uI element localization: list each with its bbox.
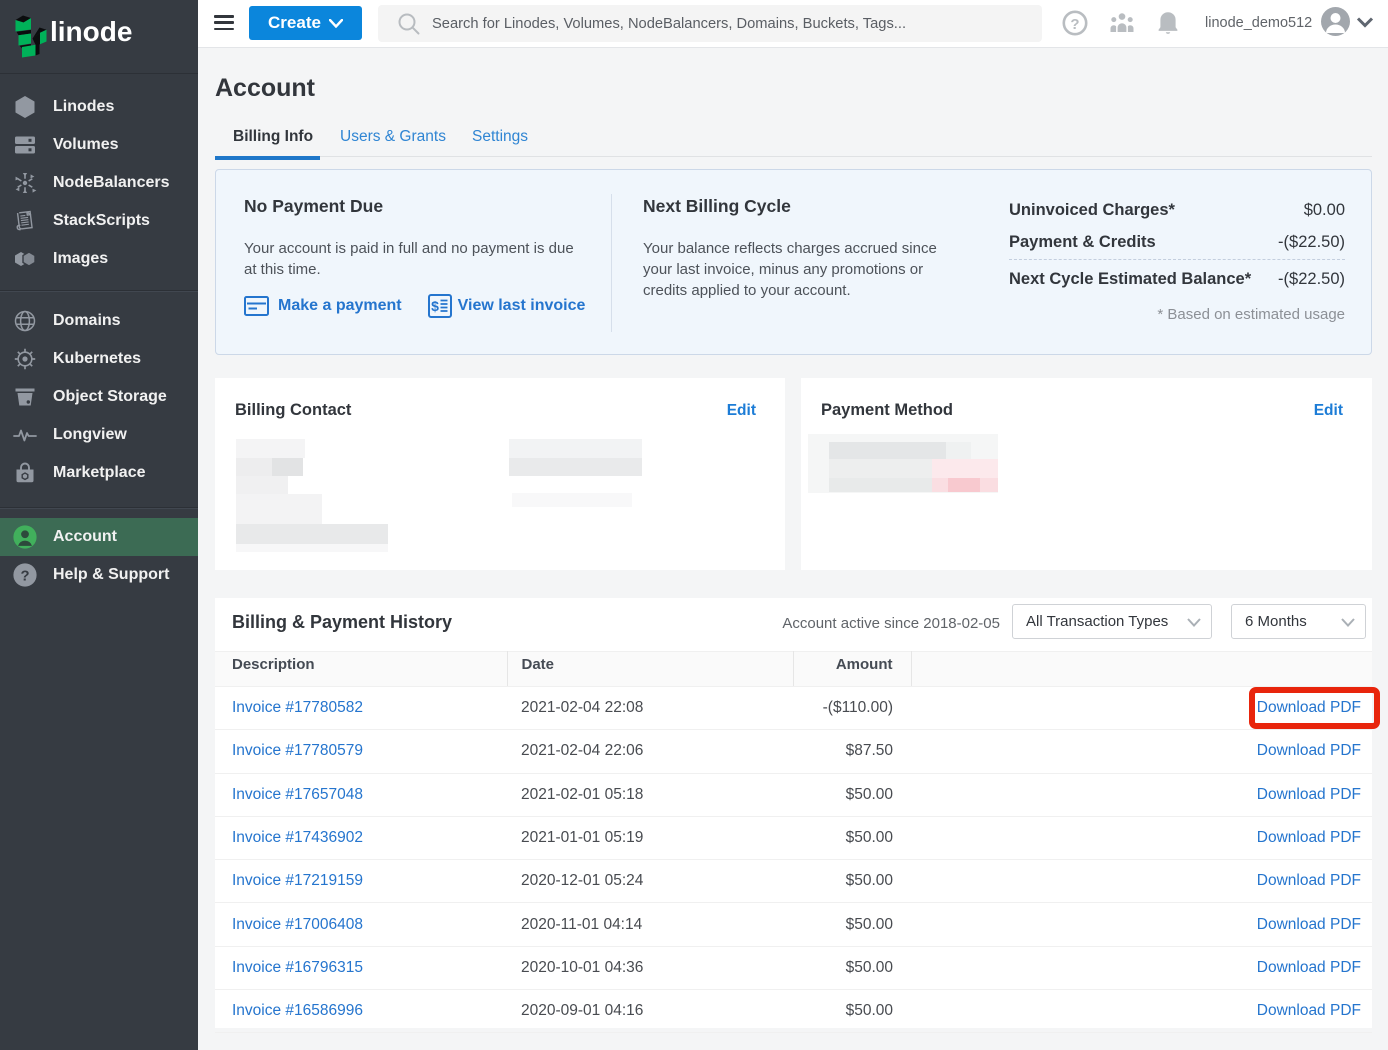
svg-text:?: ? bbox=[20, 569, 29, 585]
svg-text:?: ? bbox=[1070, 16, 1079, 33]
svg-text:$: $ bbox=[431, 298, 439, 314]
